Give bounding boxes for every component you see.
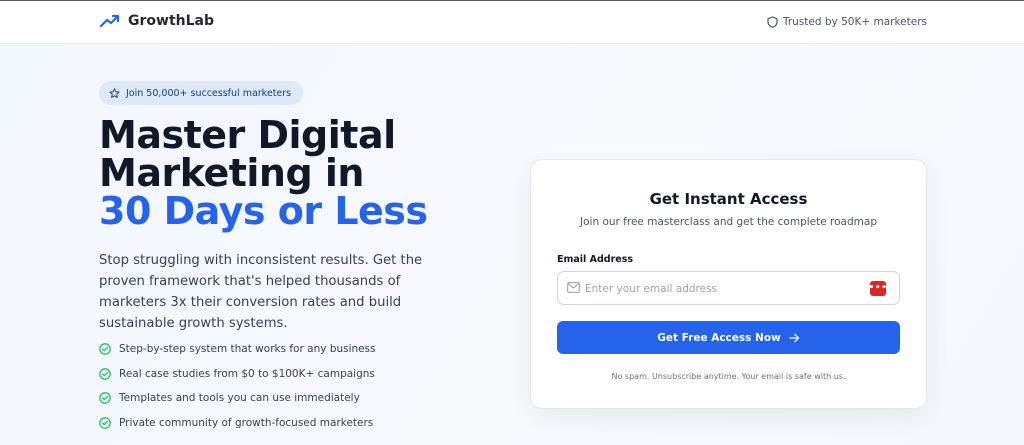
hero-description: Stop struggling with inconsistent result… — [99, 253, 423, 331]
hero-headline: Master Digital Marketing in 30 Days or L… — [99, 116, 499, 230]
feature-item: Private community of growth-focused mark… — [99, 411, 376, 436]
feature-text: Private community of growth-focused mark… — [119, 416, 374, 429]
headline-accent: 30 Days or Less — [99, 189, 428, 233]
social-proof-badge: Join 50,000+ successful marketers — [99, 81, 304, 105]
signup-title: Get Instant Access — [649, 190, 808, 208]
signup-card: Get Instant Access Join our free masterc… — [530, 159, 927, 409]
site-header: GrowthLab Trusted by 50K+ marketers — [0, 1, 1024, 44]
shield-icon — [767, 16, 778, 28]
email-input[interactable] — [585, 280, 865, 297]
trending-up-icon — [100, 14, 120, 28]
mail-icon — [567, 282, 580, 293]
check-circle-icon — [99, 392, 111, 405]
email-label: Email Address — [557, 254, 634, 265]
email-field-container[interactable]: ••• — [557, 271, 900, 305]
feature-item: Templates and tools you can use immediat… — [99, 386, 376, 411]
cta-label: Get Free Access Now — [657, 331, 781, 344]
check-circle-icon — [99, 367, 111, 380]
check-circle-icon — [99, 416, 111, 429]
trust-indicator: Trusted by 50K+ marketers — [767, 16, 927, 28]
headline-line-1: Master Digital — [99, 113, 396, 157]
headline-line-2: Marketing in — [99, 151, 364, 195]
privacy-note: No spam. Unsubscribe anytime. Your email… — [611, 372, 846, 381]
badge-text: Join 50,000+ successful marketers — [126, 87, 292, 99]
feature-text: Templates and tools you can use immediat… — [119, 392, 360, 405]
brand-name: GrowthLab — [128, 13, 214, 29]
signup-subtitle: Join our free masterclass and get the co… — [580, 216, 877, 228]
get-access-button[interactable]: Get Free Access Now — [557, 321, 900, 354]
password-manager-icon[interactable]: ••• — [869, 281, 887, 296]
feature-text: Step-by-step system that works for any b… — [119, 343, 376, 356]
check-circle-icon — [99, 343, 111, 356]
trust-text: Trusted by 50K+ marketers — [782, 16, 927, 28]
feature-list: Step-by-step system that works for any b… — [99, 337, 376, 435]
star-icon — [109, 87, 120, 98]
feature-text: Real case studies from $0 to $100K+ camp… — [119, 367, 375, 380]
feature-item: Step-by-step system that works for any b… — [99, 337, 376, 362]
feature-item: Real case studies from $0 to $100K+ camp… — [99, 362, 376, 387]
arrow-right-icon — [789, 333, 799, 342]
brand-logo[interactable]: GrowthLab — [100, 13, 214, 29]
